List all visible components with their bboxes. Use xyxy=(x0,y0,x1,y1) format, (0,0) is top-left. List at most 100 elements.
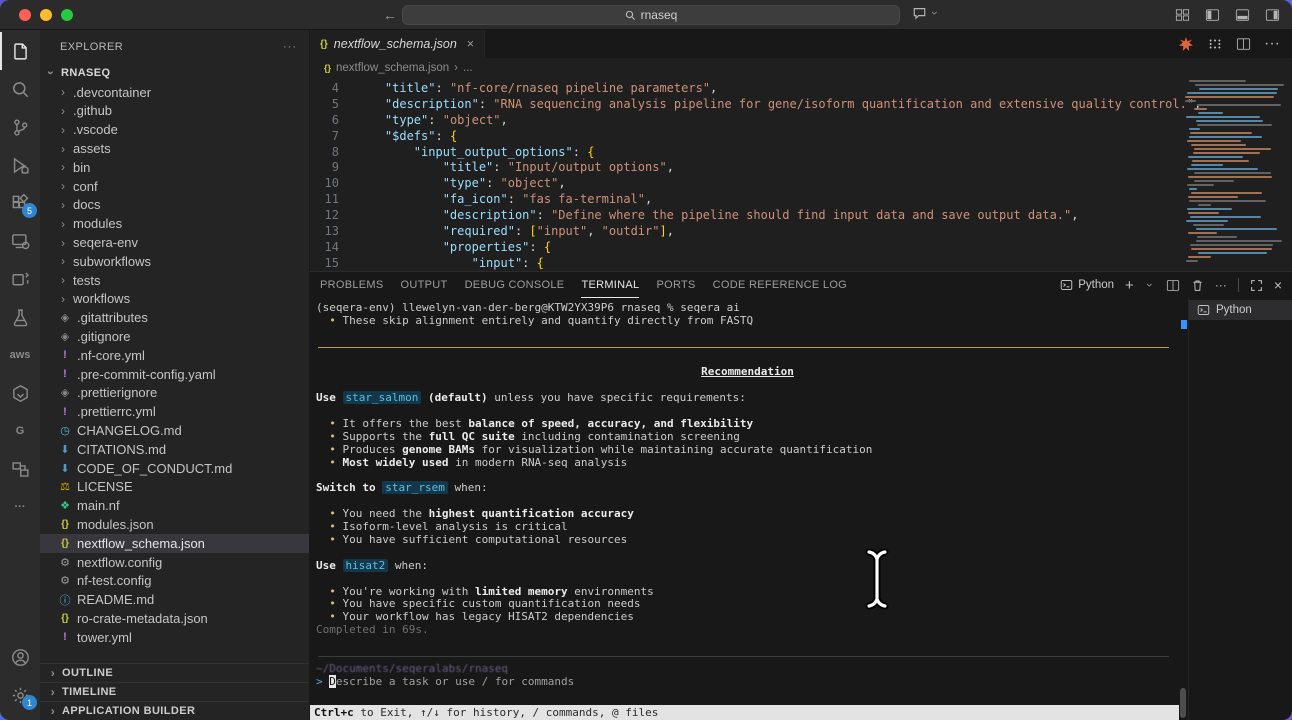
activity-bar-item-window-tools[interactable] xyxy=(0,450,40,488)
minimap-line xyxy=(1187,168,1258,170)
terminal-list-item-python[interactable]: Python xyxy=(1189,300,1292,320)
tree-folder-assets[interactable]: ›assets xyxy=(40,139,309,158)
tree-folder-workflows[interactable]: ›workflows xyxy=(40,290,309,309)
activity-bar-item-hex-extension[interactable] xyxy=(0,374,40,412)
tree-file-mainnf[interactable]: ❖main.nf xyxy=(40,496,309,515)
tree-file-CODE_OF_CONDUCTmd[interactable]: ⬇CODE_OF_CONDUCT.md xyxy=(40,459,309,478)
activity-bar-item-gitlens[interactable]: G xyxy=(0,412,40,450)
maximize-window-button[interactable] xyxy=(61,9,73,21)
panel-tab-debug-console[interactable]: DEBUG CONSOLE xyxy=(465,272,565,298)
chevron-collapsed-icon: › xyxy=(58,292,68,306)
activity-bar-item-additional-views[interactable]: ··· xyxy=(0,488,40,526)
activity-bar-item-source-control[interactable] xyxy=(0,108,40,146)
tree-file-nextflow_schemajson[interactable]: {}nextflow_schema.json xyxy=(40,534,309,553)
tree-folder-modules[interactable]: ›modules xyxy=(40,214,309,233)
tree-folder-bin[interactable]: ›bin xyxy=(40,158,309,177)
tree-folder-docs[interactable]: ›docs xyxy=(40,196,309,215)
minimize-window-button[interactable] xyxy=(40,9,52,21)
tree-file-READMEmd[interactable]: ⓘREADME.md xyxy=(40,590,309,609)
toggle-secondary-sidebar-icon[interactable] xyxy=(1265,8,1280,22)
tree-file-CHANGELOGmd[interactable]: ◷CHANGELOG.md xyxy=(40,421,309,440)
split-editor-icon[interactable] xyxy=(1236,37,1251,51)
panel-tab-output[interactable]: OUTPUT xyxy=(401,272,448,298)
chat-button[interactable]: › xyxy=(912,6,940,20)
scrollbar-thumb[interactable] xyxy=(1180,688,1186,718)
tree-file-nfcoreyml[interactable]: !.nf-core.yml xyxy=(40,346,309,365)
tree-folder-vscode[interactable]: ›.vscode xyxy=(40,120,309,139)
sidebar-more-actions[interactable]: ··· xyxy=(283,41,297,53)
editor-more-actions-icon[interactable]: ··· xyxy=(1264,35,1280,53)
activity-bar-item-account[interactable] xyxy=(0,638,40,676)
chevron-collapsed-icon: › xyxy=(48,704,58,718)
new-terminal-icon[interactable]: + xyxy=(1125,277,1134,294)
sidebar-section-outline[interactable]: ›OUTLINE xyxy=(40,663,309,682)
format-braces-icon[interactable] xyxy=(1207,37,1223,51)
folder-label: docs xyxy=(73,197,100,212)
minimap-line xyxy=(1198,204,1211,206)
panel-tab-code-reference-log[interactable]: CODE REFERENCE LOG xyxy=(713,272,847,298)
terminal-line xyxy=(316,341,1179,354)
tree-file-prettierignore[interactable]: ◈.prettierignore xyxy=(40,384,309,403)
tree-file-nextflowconfig[interactable]: ⚙nextflow.config xyxy=(40,553,309,572)
tree-folder-github[interactable]: ›.github xyxy=(40,102,309,121)
tree-file-toweryml[interactable]: !tower.yml xyxy=(40,628,309,647)
tree-file-prettierrcyml[interactable]: !.prettierrc.yml xyxy=(40,402,309,421)
maximize-panel-icon[interactable] xyxy=(1250,279,1263,292)
toggle-primary-sidebar-icon[interactable] xyxy=(1205,8,1220,22)
split-terminal-icon[interactable] xyxy=(1166,279,1180,292)
sidebar-section-timeline[interactable]: ›TIMELINE xyxy=(40,682,309,701)
panel-more-actions-icon[interactable]: ··· xyxy=(1215,278,1227,292)
tree-file-LICENSE[interactable]: ⚖LICENSE xyxy=(40,478,309,497)
activity-bar-item-search[interactable] xyxy=(0,70,40,108)
toggle-panel-icon[interactable] xyxy=(1235,8,1250,22)
chevron-collapsed-icon: › xyxy=(58,104,68,118)
tree-root-rnaseq[interactable]: ›RNASEQ xyxy=(40,64,309,83)
customize-layout-icon[interactable] xyxy=(1175,8,1190,22)
breadcrumb[interactable]: {} nextflow_schema.json › ... xyxy=(310,58,1292,78)
tree-file-modulesjson[interactable]: {}modules.json xyxy=(40,515,309,534)
breadcrumb-file[interactable]: nextflow_schema.json xyxy=(336,62,449,74)
command-center-search[interactable]: rnaseq xyxy=(402,5,900,25)
json-file-icon: {} xyxy=(324,63,331,73)
activity-bar-item-run-debug[interactable] xyxy=(0,146,40,184)
tree-folder-tests[interactable]: ›tests xyxy=(40,271,309,290)
file-label: main.nf xyxy=(77,498,120,513)
code-editor[interactable]: 4 "title": "nf-core/rnaseq pipeline para… xyxy=(310,78,1292,271)
tree-file-CITATIONSmd[interactable]: ⬇CITATIONS.md xyxy=(40,440,309,459)
activity-bar-item-aws[interactable]: aws xyxy=(0,336,40,374)
tree-file-rocratemetadatajson[interactable]: {}ro-crate-metadata.json xyxy=(40,609,309,628)
panel-tab-problems[interactable]: PROBLEMS xyxy=(320,272,384,298)
activity-bar-item-remote-explorer[interactable] xyxy=(0,222,40,260)
close-window-button[interactable] xyxy=(19,9,31,21)
activity-bar-item-containers[interactable] xyxy=(0,260,40,298)
tree-folder-devcontainer[interactable]: ›.devcontainer xyxy=(40,83,309,102)
tree-file-gitattributes[interactable]: ◈.gitattributes xyxy=(40,308,309,327)
sidebar-section-application-builder[interactable]: ›APPLICATION BUILDER xyxy=(40,701,309,720)
run-spark-icon[interactable] xyxy=(1178,36,1194,52)
terminal[interactable]: (seqera-env) llewelyn-van-der-berg@KTW2Y… xyxy=(310,298,1179,720)
kill-terminal-icon[interactable] xyxy=(1191,279,1204,292)
tab-nextflow-schema[interactable]: {} nextflow_schema.json × xyxy=(310,30,485,58)
breadcrumb-more[interactable]: ... xyxy=(463,62,473,74)
panel-tab-ports[interactable]: PORTS xyxy=(656,272,695,298)
activity-bar-item-extensions[interactable]: 5 xyxy=(0,184,40,222)
close-panel-icon[interactable]: × xyxy=(1274,277,1282,293)
tree-file-precommitconfigyaml[interactable]: !.pre-commit-config.yaml xyxy=(40,365,309,384)
activity-bar-item-testing[interactable] xyxy=(0,298,40,336)
tree-file-gitignore[interactable]: ◈.gitignore xyxy=(40,327,309,346)
terminal-line: • Most widely used in modern RNA-seq ana… xyxy=(316,457,1179,470)
minimap[interactable] xyxy=(1182,78,1292,271)
tree-folder-conf[interactable]: ›conf xyxy=(40,177,309,196)
close-tab-icon[interactable]: × xyxy=(467,37,474,51)
launch-profile-chevron-icon[interactable]: › xyxy=(1143,280,1157,290)
tree-folder-subworkflows[interactable]: ›subworkflows xyxy=(40,252,309,271)
terminal-list-label: Python xyxy=(1216,304,1252,316)
active-shell[interactable]: Python xyxy=(1060,279,1114,291)
terminal-scrollbar[interactable] xyxy=(1179,298,1188,720)
back-icon[interactable]: ← xyxy=(383,7,397,23)
activity-bar-item-settings[interactable]: 1 xyxy=(0,676,40,714)
activity-bar-item-explorer[interactable] xyxy=(0,32,40,70)
panel-tab-terminal[interactable]: TERMINAL xyxy=(581,272,639,298)
tree-file-nftestconfig[interactable]: ⚙nf-test.config xyxy=(40,572,309,591)
tree-folder-seqeraenv[interactable]: ›seqera-env xyxy=(40,233,309,252)
